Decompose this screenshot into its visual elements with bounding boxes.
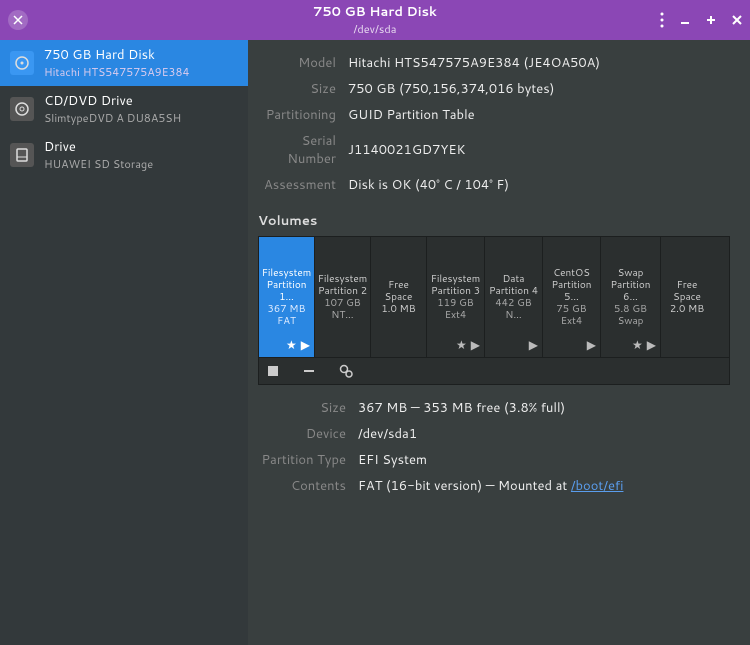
volume-part: Partition 5… [545,279,598,303]
volume-detail: Size367 MB — 353 MB free (3.8% full) Dev… [258,395,730,499]
mount-point-link[interactable]: /boot/efi [571,477,624,495]
window-subtitle: /dev/sda [0,21,750,37]
star-icon: ★ [632,336,643,353]
volume-cell[interactable]: Free Space2.0 MB [661,237,713,357]
volumes-toolbar [259,357,729,384]
title-center: 750 GB Hard Disk /dev/sda [0,3,750,37]
detail-size-value: 367 MB — 353 MB free (3.8% full) [358,399,565,417]
detail-device-label: Device [258,425,358,443]
sidebar-item[interactable]: CD/DVD DriveSlimtypeDVD A DU8A5SH [0,86,248,132]
volume-fs: 367 MB FAT [261,303,312,327]
sidebar-item-sub: SlimtypeDVD A DU8A5SH [44,110,181,126]
size-label: Size [258,80,348,98]
volume-name: Free Space [373,279,424,303]
volume-cell[interactable]: SwapPartition 6…5.8 GB Swap★▶ [601,237,661,357]
sidebar: 750 GB Hard DiskHitachi HTS547575A9E384C… [0,40,248,645]
volume-fs: 5.8 GB Swap [603,303,658,327]
volume-cell[interactable]: CentOSPartition 5…75 GB Ext4▶ [543,237,601,357]
size-value: 750 GB (750,156,374,016 bytes) [348,80,554,98]
volume-fs: 119 GB Ext4 [429,297,482,321]
sidebar-item-name: Drive [44,138,153,156]
volume-fs: 75 GB Ext4 [545,303,598,327]
serial-label: Serial Number [258,132,348,168]
sidebar-item-name: CD/DVD Drive [44,92,181,110]
play-icon: ▶ [471,336,480,353]
detail-contents-label: Contents [258,477,358,495]
optical-icon [10,97,34,121]
volume-cell[interactable]: DataPartition 4442 GB N…▶ [485,237,543,357]
volume-part: Partition 1… [261,279,312,303]
maximize-button[interactable] [706,15,716,25]
model-value: Hitachi HTS547575A9E384 (JE4OA50A) [348,54,600,72]
hdd-icon [10,51,34,75]
close-button[interactable] [732,15,742,25]
sidebar-item-name: 750 GB Hard Disk [44,46,189,64]
sidebar-item-sub: Hitachi HTS547575A9E384 [44,64,189,80]
partitioning-value: GUID Partition Table [348,106,475,124]
volume-fs: 442 GB N… [487,297,540,321]
menu-button[interactable] [660,12,664,28]
sidebar-item[interactable]: DriveHUAWEI SD Storage [0,132,248,178]
disk-info: ModelHitachi HTS547575A9E384 (JE4OA50A) … [258,50,730,198]
volumes-heading: Volumes [258,212,730,230]
serial-value: J1140021GD7YEK [348,141,466,159]
volume-name: Free Space [663,279,711,303]
play-icon: ▶ [529,336,538,353]
detail-ptype-label: Partition Type [258,451,358,469]
partitioning-label: Partitioning [258,106,348,124]
sidebar-item-sub: HUAWEI SD Storage [44,156,153,172]
more-options-button[interactable] [339,364,353,378]
delete-partition-button[interactable] [303,365,315,377]
app-close-button[interactable] [8,10,28,30]
detail-contents-value: FAT (16-bit version) — Mounted at /boot/… [358,477,623,495]
volume-cell[interactable]: FilesystemPartition 3119 GB Ext4★▶ [427,237,485,357]
volumes-box: FilesystemPartition 1…367 MB FAT★▶Filesy… [258,236,730,385]
content-pane: ModelHitachi HTS547575A9E384 (JE4OA50A) … [248,40,750,645]
volume-cell[interactable]: FilesystemPartition 2107 GB NT… [315,237,371,357]
unmount-button[interactable] [267,365,279,377]
star-icon: ★ [286,336,297,353]
detail-ptype-value: EFI System [358,451,427,469]
minimize-button[interactable] [680,15,690,25]
sidebar-item[interactable]: 750 GB Hard DiskHitachi HTS547575A9E384 [0,40,248,86]
volume-cell[interactable]: FilesystemPartition 1…367 MB FAT★▶ [259,237,315,357]
play-icon: ▶ [647,336,656,353]
model-label: Model [258,54,348,72]
assessment-label: Assessment [258,176,348,194]
volume-cell[interactable]: Free Space1.0 MB [371,237,427,357]
detail-device-value: /dev/sda1 [358,425,417,443]
detail-size-label: Size [258,399,358,417]
volume-part: Partition 6… [603,279,658,303]
titlebar: 750 GB Hard Disk /dev/sda [0,0,750,40]
window-title: 750 GB Hard Disk [0,3,750,21]
play-icon: ▶ [587,336,596,353]
play-icon: ▶ [301,336,310,353]
assessment-value: Disk is OK (40° C / 104° F) [348,176,509,194]
star-icon: ★ [456,336,467,353]
volume-part: 2.0 MB [670,303,704,315]
volume-fs: 107 GB NT… [317,297,368,321]
volumes-row: FilesystemPartition 1…367 MB FAT★▶Filesy… [259,237,729,357]
sd-icon [10,143,34,167]
volume-part: 1.0 MB [381,303,415,315]
